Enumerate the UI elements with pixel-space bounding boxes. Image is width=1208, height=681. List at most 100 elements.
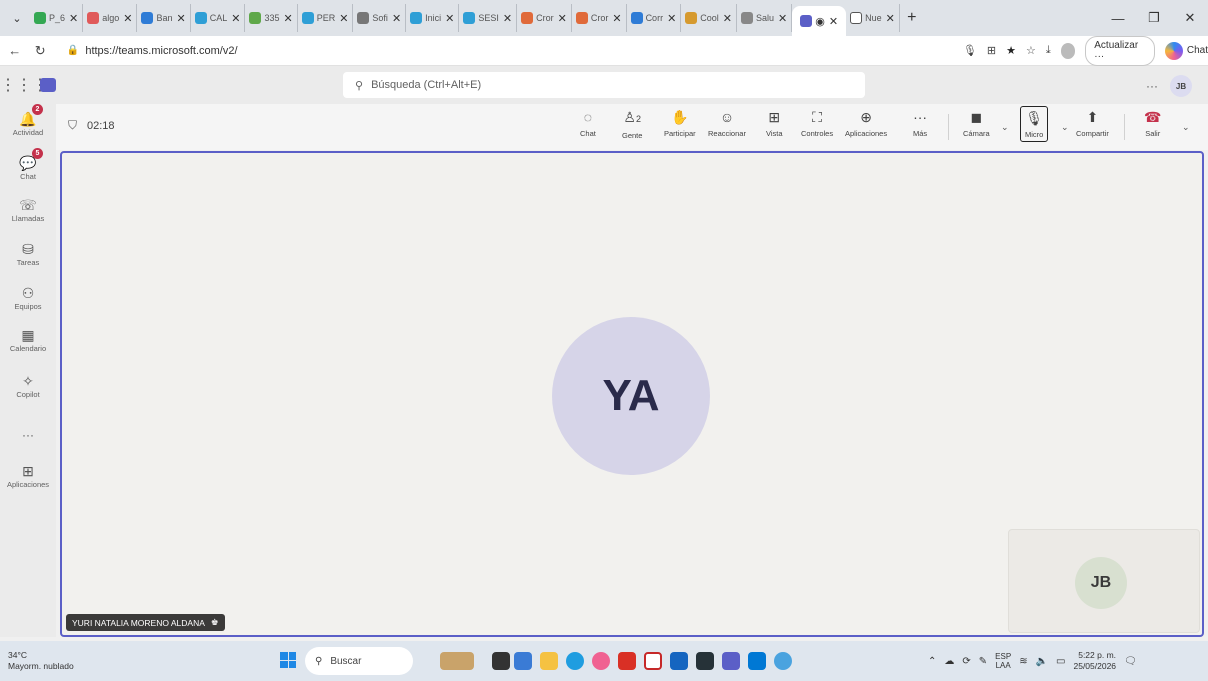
- close-tab-icon[interactable]: ✕: [445, 12, 454, 25]
- site-info-icon[interactable]: 🔒: [67, 45, 79, 56]
- show-hidden-icons-chevron-icon[interactable]: ⌃: [928, 656, 936, 667]
- rail-item-tasks[interactable]: ⛁ Tareas: [0, 240, 56, 268]
- microphone-permission-icon[interactable]: 🎙: [963, 44, 977, 57]
- rail-item-teams-group[interactable]: ⚇ Equipos: [0, 284, 56, 312]
- close-tab-icon[interactable]: ✕: [612, 12, 621, 25]
- browser-tab[interactable]: Sofi ✕: [353, 4, 407, 32]
- back-arrow-icon[interactable]: ←: [4, 43, 25, 58]
- leave-options-chevron-icon[interactable]: ⌄: [1182, 122, 1190, 133]
- app-icon[interactable]: [514, 652, 532, 670]
- camera-button[interactable]: ◼ Cámara: [963, 108, 990, 138]
- restore-icon[interactable]: ❐: [1136, 10, 1172, 26]
- office-app-icon[interactable]: [618, 652, 636, 670]
- sync-icon[interactable]: ⟳: [962, 656, 970, 667]
- teams-taskbar-icon[interactable]: [722, 652, 740, 670]
- view-button[interactable]: ⊞ Vista: [766, 108, 783, 138]
- close-tab-icon[interactable]: ✕: [667, 12, 676, 25]
- close-tab-icon[interactable]: ✕: [123, 12, 132, 25]
- close-tab-icon[interactable]: ✕: [339, 12, 348, 25]
- rail-item-apps[interactable]: ⊞ Aplicaciones: [0, 462, 56, 490]
- security-app-icon[interactable]: [644, 652, 662, 670]
- battery-icon[interactable]: ▭: [1056, 656, 1065, 667]
- copilot-chat-button[interactable]: Chat: [1164, 41, 1208, 60]
- favorite-star-icon[interactable]: ★: [1006, 44, 1016, 57]
- copilot-app-icon[interactable]: [592, 652, 610, 670]
- browser-tab[interactable]: Corr ✕: [627, 4, 682, 32]
- cloud-icon[interactable]: ☁: [944, 656, 954, 667]
- close-tab-icon[interactable]: ✕: [503, 12, 512, 25]
- browser-tab[interactable]: Ban ✕: [137, 4, 191, 32]
- browser-tab[interactable]: CAL ✕: [191, 4, 246, 32]
- more-options-icon[interactable]: ···: [1146, 79, 1158, 93]
- taskbar-search[interactable]: ⚲ Buscar: [305, 647, 413, 675]
- close-tab-icon[interactable]: ✕: [231, 12, 240, 25]
- wifi-icon[interactable]: ≋: [1019, 656, 1027, 667]
- volume-icon[interactable]: 🔈: [1036, 656, 1048, 667]
- favorites-icon[interactable]: ☆: [1026, 44, 1036, 57]
- weather-widget[interactable]: 34°C Mayorm. nublado: [8, 650, 208, 672]
- self-view-tile[interactable]: JB: [1008, 529, 1200, 633]
- chat-button[interactable]: ◌ Chat: [580, 108, 596, 138]
- tab-new-page[interactable]: Nue ✕: [846, 4, 900, 32]
- participant-avatar[interactable]: YA: [552, 317, 710, 475]
- camera-options-chevron-icon[interactable]: ⌄: [1001, 122, 1009, 133]
- file-explorer-icon[interactable]: [540, 652, 558, 670]
- people-button[interactable]: ♙2 Gente: [622, 108, 642, 140]
- task-view-icon[interactable]: [492, 652, 510, 670]
- tab-teams-active[interactable]: ◉ ✕: [792, 6, 847, 36]
- close-tab-icon[interactable]: ✕: [176, 12, 185, 25]
- update-button[interactable]: Actualizar ···: [1085, 35, 1155, 66]
- clock[interactable]: 5:22 p. m. 25/05/2026: [1073, 650, 1116, 672]
- app-available-icon[interactable]: ⊞: [987, 44, 996, 57]
- notes-app-icon[interactable]: [696, 652, 714, 670]
- controls-button[interactable]: ⛶ Controles: [801, 108, 833, 138]
- rail-item-chat[interactable]: 💬 5 Chat: [0, 148, 56, 181]
- pen-icon[interactable]: ✎: [979, 656, 987, 667]
- browser-tab[interactable]: Inici ✕: [406, 4, 460, 32]
- rail-item-copilot[interactable]: ✧ Copilot: [0, 372, 56, 400]
- url-field[interactable]: 🔒 https://teams.microsoft.com/v2/: [59, 39, 899, 63]
- mic-options-chevron-icon[interactable]: ⌄: [1061, 122, 1069, 133]
- browser-tab[interactable]: SESI ✕: [459, 4, 518, 32]
- profile-avatar[interactable]: [1060, 42, 1076, 59]
- close-tab-icon[interactable]: ✕: [392, 12, 401, 25]
- more-actions-button[interactable]: ··· Más: [913, 108, 927, 138]
- leave-button[interactable]: ☎ Salir: [1144, 108, 1161, 138]
- close-tab-icon[interactable]: ✕: [283, 12, 292, 25]
- apps-button[interactable]: ⊕ Aplicaciones: [845, 108, 887, 138]
- close-tab-icon[interactable]: ✕: [829, 15, 838, 28]
- downloads-icon[interactable]: ⤓: [1046, 44, 1051, 57]
- close-tab-icon[interactable]: ✕: [886, 12, 895, 25]
- language-indicator[interactable]: ESP LAA: [995, 652, 1011, 670]
- rail-item-more[interactable]: ···: [0, 428, 56, 442]
- user-avatar[interactable]: JB: [1170, 75, 1192, 97]
- new-tab-button[interactable]: +: [900, 9, 924, 27]
- raise-hand-button[interactable]: ✋ Participar: [664, 108, 696, 138]
- react-button[interactable]: ☺ Reaccionar: [708, 108, 746, 138]
- browser-tab[interactable]: Cror ✕: [517, 4, 572, 32]
- close-tab-icon[interactable]: ✕: [69, 12, 78, 25]
- minimize-icon[interactable]: —: [1100, 11, 1136, 26]
- mic-button[interactable]: 🎙 Micro: [1020, 106, 1049, 142]
- browser-tab[interactable]: PER ✕: [298, 4, 354, 32]
- rail-item-calendar[interactable]: ▦ Calendario: [0, 326, 56, 354]
- close-tab-icon[interactable]: ✕: [778, 12, 787, 25]
- start-icon[interactable]: [280, 652, 296, 668]
- rail-item-phone[interactable]: ☏ Llamadas: [0, 196, 56, 224]
- browser-tab[interactable]: Cror ✕: [572, 4, 627, 32]
- notifications-icon[interactable]: 🗨: [1124, 656, 1137, 667]
- share-button[interactable]: ⬆ Compartir: [1076, 108, 1109, 138]
- shield-icon[interactable]: ⛉: [68, 118, 77, 133]
- edge-browser-icon[interactable]: [566, 652, 584, 670]
- browser-tab[interactable]: P_6 ✕: [30, 4, 84, 32]
- browser-tab[interactable]: Salu ✕: [737, 4, 793, 32]
- rail-item-bell[interactable]: 🔔 2 Actividad: [0, 104, 56, 137]
- search-input[interactable]: ⚲ Búsqueda (Ctrl+Alt+E): [343, 72, 865, 98]
- tab-actions-chevron-icon[interactable]: ⌄: [4, 5, 30, 31]
- browser-tab[interactable]: 335 ✕: [245, 4, 298, 32]
- browser-tab[interactable]: algo ✕: [83, 4, 138, 32]
- chrome-app-icon[interactable]: [774, 652, 792, 670]
- close-window-icon[interactable]: ✕: [1172, 10, 1208, 26]
- browser-tab[interactable]: Cool ✕: [681, 4, 738, 32]
- news-widget-icon[interactable]: [440, 652, 474, 670]
